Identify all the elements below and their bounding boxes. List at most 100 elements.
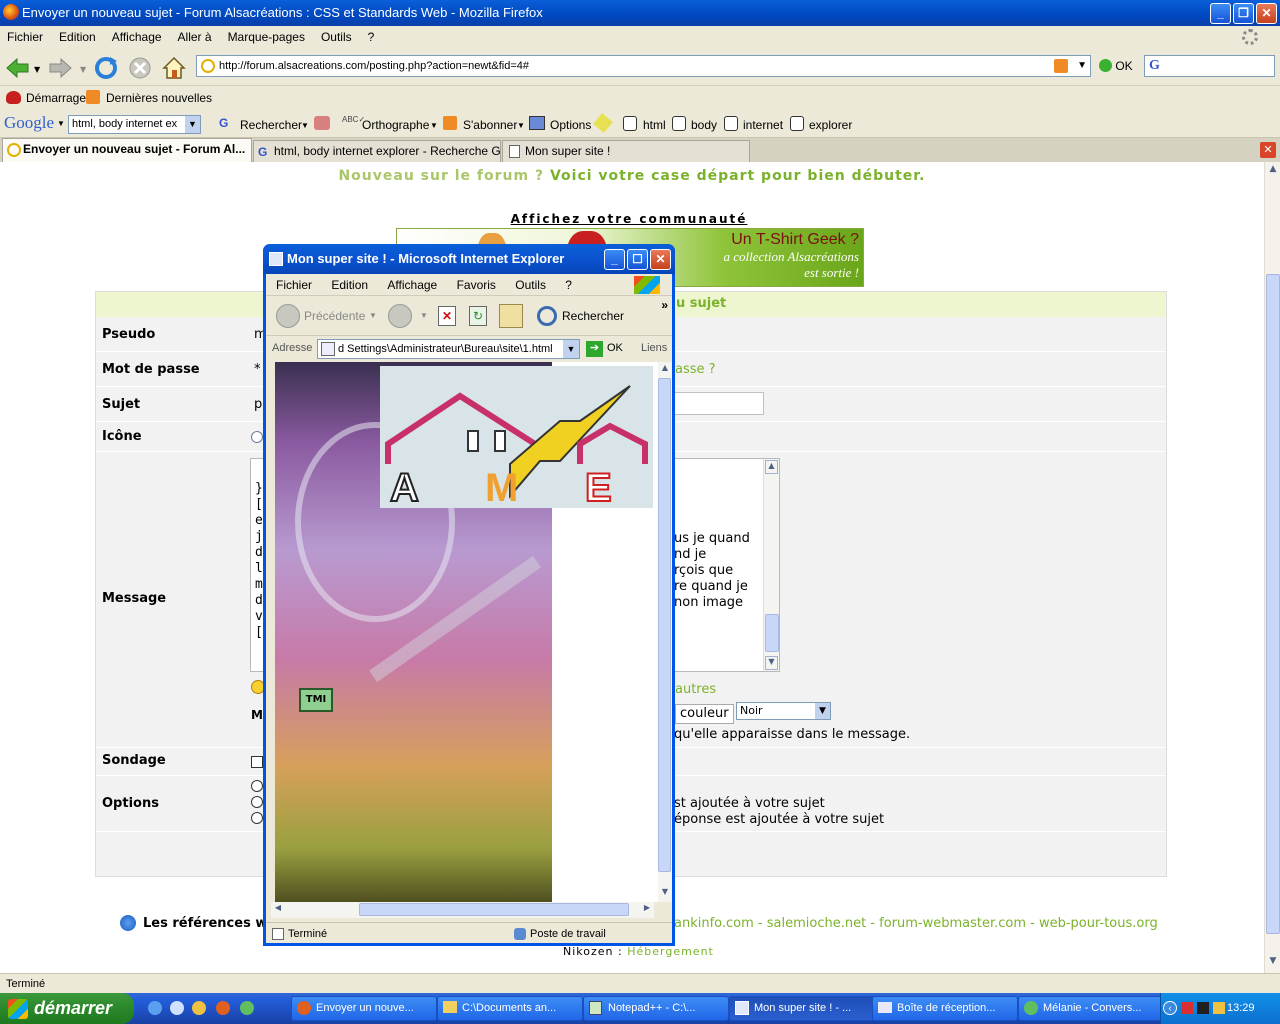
quicklaunch-firefox-icon[interactable] (216, 1001, 230, 1015)
ie-back-button[interactable]: Précédente (304, 309, 365, 323)
spellcheck-dropdown-icon[interactable]: ▼ (430, 121, 438, 130)
forward-dropdown-icon[interactable]: ▼ (80, 65, 86, 74)
subscribe-dropdown-icon[interactable]: ▼ (517, 121, 525, 130)
subject-input-field[interactable] (674, 392, 764, 415)
ie-menu-affichage[interactable]: Affichage (387, 278, 437, 292)
textarea-scrollbar[interactable]: ▲ ▼ (763, 459, 779, 671)
tab-google[interactable]: G html, body internet explorer - Recherc… (253, 140, 501, 162)
menu-edition[interactable]: Edition (59, 30, 96, 44)
url-bar[interactable]: http://forum.alsacreations.com/posting.p… (196, 55, 1091, 77)
ie-scroll-right-icon[interactable]: ▶ (640, 903, 654, 917)
ie-menu-favoris[interactable]: Favoris (457, 278, 496, 292)
page-scroll-up-icon[interactable]: ▲ (1266, 164, 1280, 179)
url-dropdown-icon[interactable]: ▼ (1077, 56, 1087, 76)
ie-maximize-button[interactable]: ☐ (627, 249, 648, 270)
quicklaunch-messenger-icon[interactable] (240, 1001, 254, 1015)
menu-fichier[interactable]: Fichier (7, 30, 43, 44)
ie-menu-edition[interactable]: Edition (331, 278, 368, 292)
ie-forward-dropdown-icon[interactable]: ▼ (420, 311, 428, 320)
go-button[interactable]: OK (1099, 59, 1133, 73)
ie-title-bar[interactable]: Mon super site ! - Microsoft Internet Ex… (263, 244, 675, 274)
password-input[interactable]: * (254, 362, 261, 377)
ie-forward-icon[interactable] (388, 304, 412, 328)
ie-scroll-left-icon[interactable]: ◀ (271, 903, 285, 917)
ie-back-dropdown-icon[interactable]: ▼ (369, 311, 377, 320)
forgot-password-link[interactable]: asse ? (675, 362, 716, 377)
tab-forum[interactable]: Envoyer un nouveau sujet - Forum Al... (2, 138, 252, 162)
color-select[interactable]: Noir ▼ (736, 702, 831, 720)
tray-network-icon[interactable] (1213, 1002, 1225, 1014)
ie-refresh-icon[interactable]: ↻ (469, 306, 487, 326)
options-button[interactable]: Options (550, 118, 591, 132)
quicklaunch-explorer-icon[interactable] (170, 1001, 184, 1015)
word-find-explorer[interactable]: explorer (809, 118, 852, 132)
firefox-title-bar[interactable]: Envoyer un nouveau sujet - Forum Alsacré… (0, 0, 1280, 26)
spellcheck-button[interactable]: Orthographe (362, 118, 429, 132)
page-scroll-down-icon[interactable]: ▼ (1266, 956, 1280, 971)
option-radio-2[interactable] (251, 796, 263, 808)
welcome-new-link[interactable]: Nouveau sur le forum ? (338, 168, 544, 184)
option-radio-1[interactable] (251, 780, 263, 792)
page-scroll-thumb[interactable] (1266, 274, 1280, 934)
menu-affichage[interactable]: Affichage (112, 30, 162, 44)
google-query-dropdown-icon[interactable]: ▼ (185, 116, 200, 133)
search-dropdown-icon[interactable]: ▼ (301, 121, 309, 130)
forward-arrow-icon[interactable] (48, 55, 74, 81)
ie-scroll-down-icon[interactable]: ▼ (658, 887, 672, 901)
home-icon[interactable] (161, 55, 187, 81)
icon-radio[interactable] (251, 431, 263, 443)
bookmark-dernieres-nouvelles[interactable]: Dernières nouvelles (106, 91, 212, 105)
start-button[interactable]: démarrer (0, 993, 134, 1024)
menu-help[interactable]: ? (368, 30, 375, 44)
poll-checkbox[interactable] (251, 756, 263, 768)
bookmark-demarrage[interactable]: Démarrage (26, 91, 86, 105)
ie-close-button[interactable]: ✕ (650, 249, 671, 270)
welcome-start-link[interactable]: Voici votre case départ pour bien débute… (550, 168, 926, 184)
ie-search-button[interactable]: Rechercher (562, 309, 624, 323)
hosting-link[interactable]: Hébergement (627, 945, 714, 958)
word-find-html[interactable]: html (643, 118, 666, 132)
google-logo[interactable]: Google (4, 113, 54, 133)
ie-back-icon[interactable] (276, 304, 300, 328)
close-button[interactable]: ✕ (1256, 3, 1277, 24)
community-link[interactable]: Affichez votre communauté (0, 212, 1258, 226)
menu-outils[interactable]: Outils (321, 30, 352, 44)
task-firefox[interactable]: Envoyer un nouve... (291, 996, 437, 1021)
color-dropdown-icon[interactable]: ▼ (815, 703, 830, 719)
tray-expand-icon[interactable]: ‹ (1163, 1001, 1177, 1015)
ie-links-button[interactable]: Liens (641, 342, 667, 354)
google-search-input[interactable]: html, body internet ex ▼ (68, 115, 201, 134)
google-search-button[interactable]: Rechercher (240, 118, 302, 132)
ie-stop-icon[interactable]: ✕ (438, 306, 456, 326)
ie-vertical-scrollbar[interactable]: ▲ ▼ (658, 362, 672, 902)
subject-input[interactable]: p (254, 397, 262, 412)
google-menu-dropdown-icon[interactable]: ▼ (57, 119, 65, 128)
ie-scroll-thumb[interactable] (658, 378, 671, 872)
ie-menu-fichier[interactable]: Fichier (276, 278, 312, 292)
ie-go-button[interactable]: OK (607, 342, 623, 354)
task-explorer[interactable]: C:\Documents an... (437, 996, 583, 1021)
stop-icon[interactable] (127, 55, 153, 81)
quicklaunch-ie-icon[interactable] (148, 1001, 162, 1015)
option-radio-3[interactable] (251, 812, 263, 824)
pagerank-icon[interactable] (314, 116, 330, 130)
quicklaunch-media-icon[interactable] (192, 1001, 206, 1015)
ie-address-input[interactable]: d Settings\Administrateur\Bureau\site\1.… (317, 339, 580, 359)
tray-antivirus-icon[interactable] (1181, 1002, 1193, 1014)
more-smileys-link[interactable]: autres (675, 682, 716, 697)
scroll-up-icon[interactable]: ▲ (765, 460, 778, 474)
word-find-internet[interactable]: internet (743, 118, 783, 132)
ie-horizontal-scrollbar[interactable]: ◀ ▶ (271, 902, 654, 918)
tab-mon-super-site[interactable]: Mon super site ! (502, 140, 750, 162)
minimize-button[interactable]: _ (1210, 3, 1231, 24)
close-tab-icon[interactable]: ✕ (1260, 142, 1276, 158)
color-button[interactable]: couleur (675, 704, 734, 724)
highlighter-icon[interactable] (593, 113, 613, 133)
ie-minimize-button[interactable]: _ (604, 249, 625, 270)
ie-toolbar-overflow-icon[interactable]: » (661, 298, 668, 312)
clock[interactable]: 13:29 (1227, 993, 1255, 1024)
rss-icon[interactable] (1054, 59, 1068, 73)
ie-hscroll-thumb[interactable] (359, 903, 629, 916)
menu-marque-pages[interactable]: Marque-pages (228, 30, 305, 44)
reload-icon[interactable] (93, 55, 119, 81)
